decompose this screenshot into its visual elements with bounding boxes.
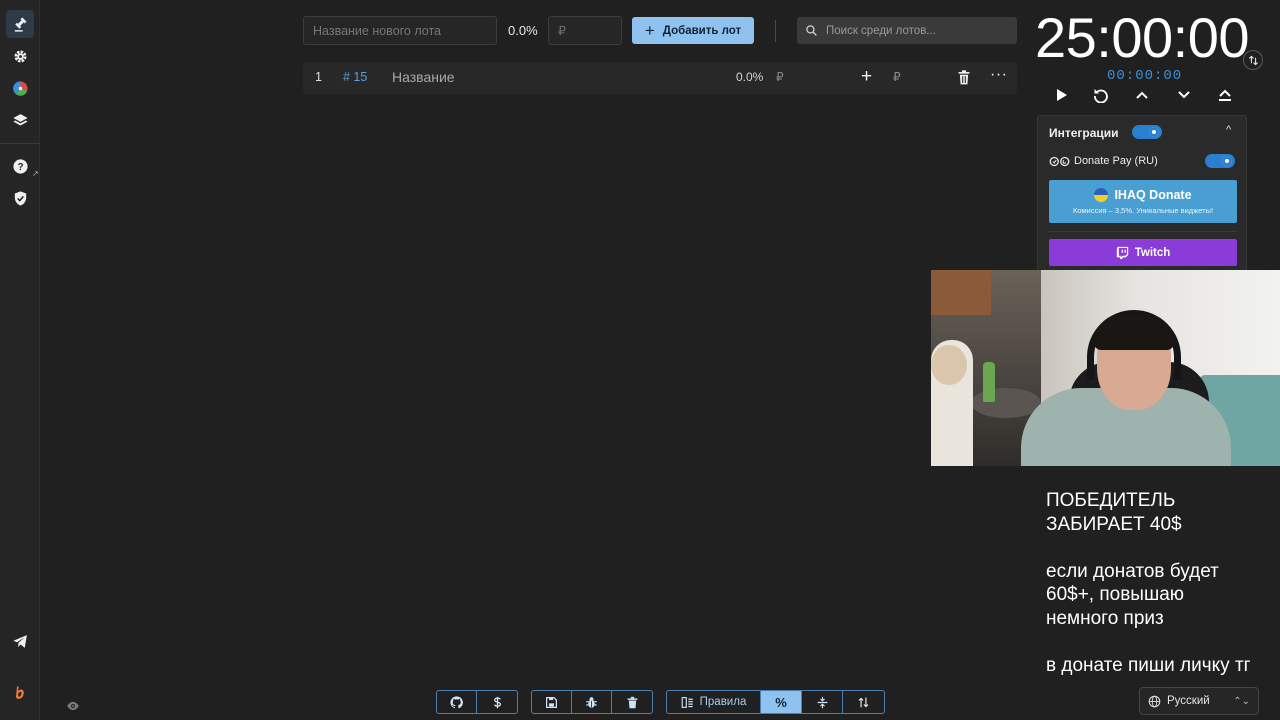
chevron-up-icon[interactable]: ^ (1226, 124, 1231, 136)
search-icon (806, 25, 817, 36)
double-up-icon[interactable] (1216, 86, 1234, 104)
language-select[interactable]: Русский ⌃⌄ (1139, 687, 1259, 715)
save-button[interactable] (532, 691, 572, 713)
auction-icon[interactable] (6, 10, 34, 38)
ihaq-subtitle: Комиссия – 3,5%. Уникальные виджеты! (1072, 206, 1214, 215)
github-button[interactable] (437, 691, 477, 713)
swap-icon[interactable] (1243, 50, 1263, 70)
language-label: Русский (1167, 695, 1210, 707)
sort-button[interactable] (843, 691, 884, 713)
lot-id[interactable]: # 15 (343, 70, 367, 84)
add-lot-label: Добавить лот (662, 24, 742, 37)
layers-icon[interactable] (6, 106, 34, 134)
github-icon (450, 695, 463, 708)
lot-search[interactable] (797, 17, 1017, 44)
ukraine-flag-icon (1094, 188, 1109, 202)
new-lot-percent: 0.0% (508, 23, 538, 38)
ihaq-donate-button[interactable]: IHAQ Donate Комиссия – 3,5%. Уникальные … (1049, 180, 1237, 223)
chevron-down-icon[interactable] (1175, 86, 1193, 104)
bug-report-button[interactable] (572, 691, 612, 713)
overlay-line: ЗАБИРАЕТ 40$ (1046, 513, 1182, 535)
view-options-group: Правила % (666, 690, 885, 714)
dollar-icon (493, 696, 501, 708)
lot-amount-input[interactable] (548, 16, 622, 45)
globe-icon (1148, 695, 1161, 707)
help-icon[interactable]: ? (6, 152, 34, 180)
clear-lots-button[interactable] (612, 691, 652, 713)
overlay-line: в донате пиши личку тг (1046, 654, 1251, 676)
lot-amount-field[interactable]: ₽ (776, 70, 784, 84)
lot-percent: 0.0% (736, 70, 764, 84)
rules-label: Правила (699, 696, 747, 708)
donatepay-row: Donate Pay (RU) (1049, 155, 1158, 167)
integrations-title: Интеграции (1049, 126, 1119, 140)
webcam-overlay (931, 270, 1280, 466)
trash-icon (627, 696, 637, 708)
telegram-icon[interactable] (6, 627, 34, 655)
sidebar: ? ↗ (0, 0, 40, 720)
rules-icon (681, 696, 693, 708)
compact-view-button[interactable] (802, 691, 843, 713)
donatepay-icon (1049, 156, 1070, 166)
bug-icon (586, 696, 597, 708)
compress-icon (817, 696, 827, 708)
rules-button[interactable]: Правила (667, 691, 761, 713)
lot-index: 1 (315, 70, 322, 84)
lot-row: 1 # 15 Название 0.0% ₽ + ₽ ··· (303, 62, 1017, 94)
lot-name-input[interactable] (303, 16, 497, 45)
stream-overlay-text: ПОБЕДИТЕЛЬ ЗАБИРАЕТ 40$ если донатов буд… (1046, 489, 1276, 677)
external-link-icon: ↗ (32, 169, 39, 178)
trash-icon[interactable] (957, 70, 971, 90)
select-caret-icon: ⌃⌄ (1233, 695, 1250, 707)
toolbar-separator (775, 20, 776, 42)
links-group (436, 690, 518, 714)
add-lot-button[interactable]: + Добавить лот (632, 17, 754, 44)
percent-toggle[interactable]: % (761, 691, 802, 713)
settings-icon[interactable] (6, 42, 34, 70)
timer-display: 25:00:00 (1035, 6, 1249, 69)
save-icon (546, 696, 557, 708)
integrations-panel: Интеграции ^ Donate Pay (RU) IHAQ Donate… (1037, 115, 1247, 275)
integrations-divider (1049, 231, 1237, 232)
twitch-icon (1116, 246, 1128, 259)
lot-add-amount-field[interactable]: ₽ (893, 70, 901, 84)
add-amount-icon[interactable]: + (861, 67, 872, 86)
plus-icon: + (644, 21, 655, 40)
twitch-label: Twitch (1134, 246, 1171, 259)
twitch-button[interactable]: Twitch (1049, 239, 1237, 266)
sort-icon (858, 697, 869, 707)
ihaq-title: IHAQ Donate (1114, 188, 1192, 202)
donatepay-label: Donate Pay (RU) (1074, 155, 1158, 167)
search-input[interactable] (826, 24, 1006, 37)
play-icon[interactable] (1052, 86, 1070, 104)
donate-button[interactable] (477, 691, 517, 713)
svg-text:?: ? (17, 162, 23, 173)
reset-icon[interactable] (1092, 86, 1110, 104)
donatepay-toggle[interactable] (1205, 154, 1235, 168)
overlay-line: немного приз (1046, 607, 1164, 629)
lot-title-input[interactable]: Название (392, 69, 455, 85)
file-actions-group (531, 690, 653, 714)
brand-logo-icon[interactable] (6, 678, 34, 706)
more-icon[interactable]: ··· (990, 67, 1007, 83)
chevron-up-icon[interactable] (1133, 86, 1151, 104)
overlay-line: 60$+, повышаю (1046, 584, 1185, 605)
eye-icon[interactable] (66, 698, 80, 716)
sidebar-divider (0, 143, 40, 144)
elapsed-time: 00:00:00 (1107, 68, 1183, 84)
wheel-icon[interactable] (6, 74, 34, 102)
integrations-toggle[interactable] (1132, 125, 1162, 139)
overlay-line: если донатов будет (1046, 560, 1219, 582)
overlay-line: ПОБЕДИТЕЛЬ (1046, 490, 1176, 511)
shield-icon[interactable] (6, 184, 34, 212)
